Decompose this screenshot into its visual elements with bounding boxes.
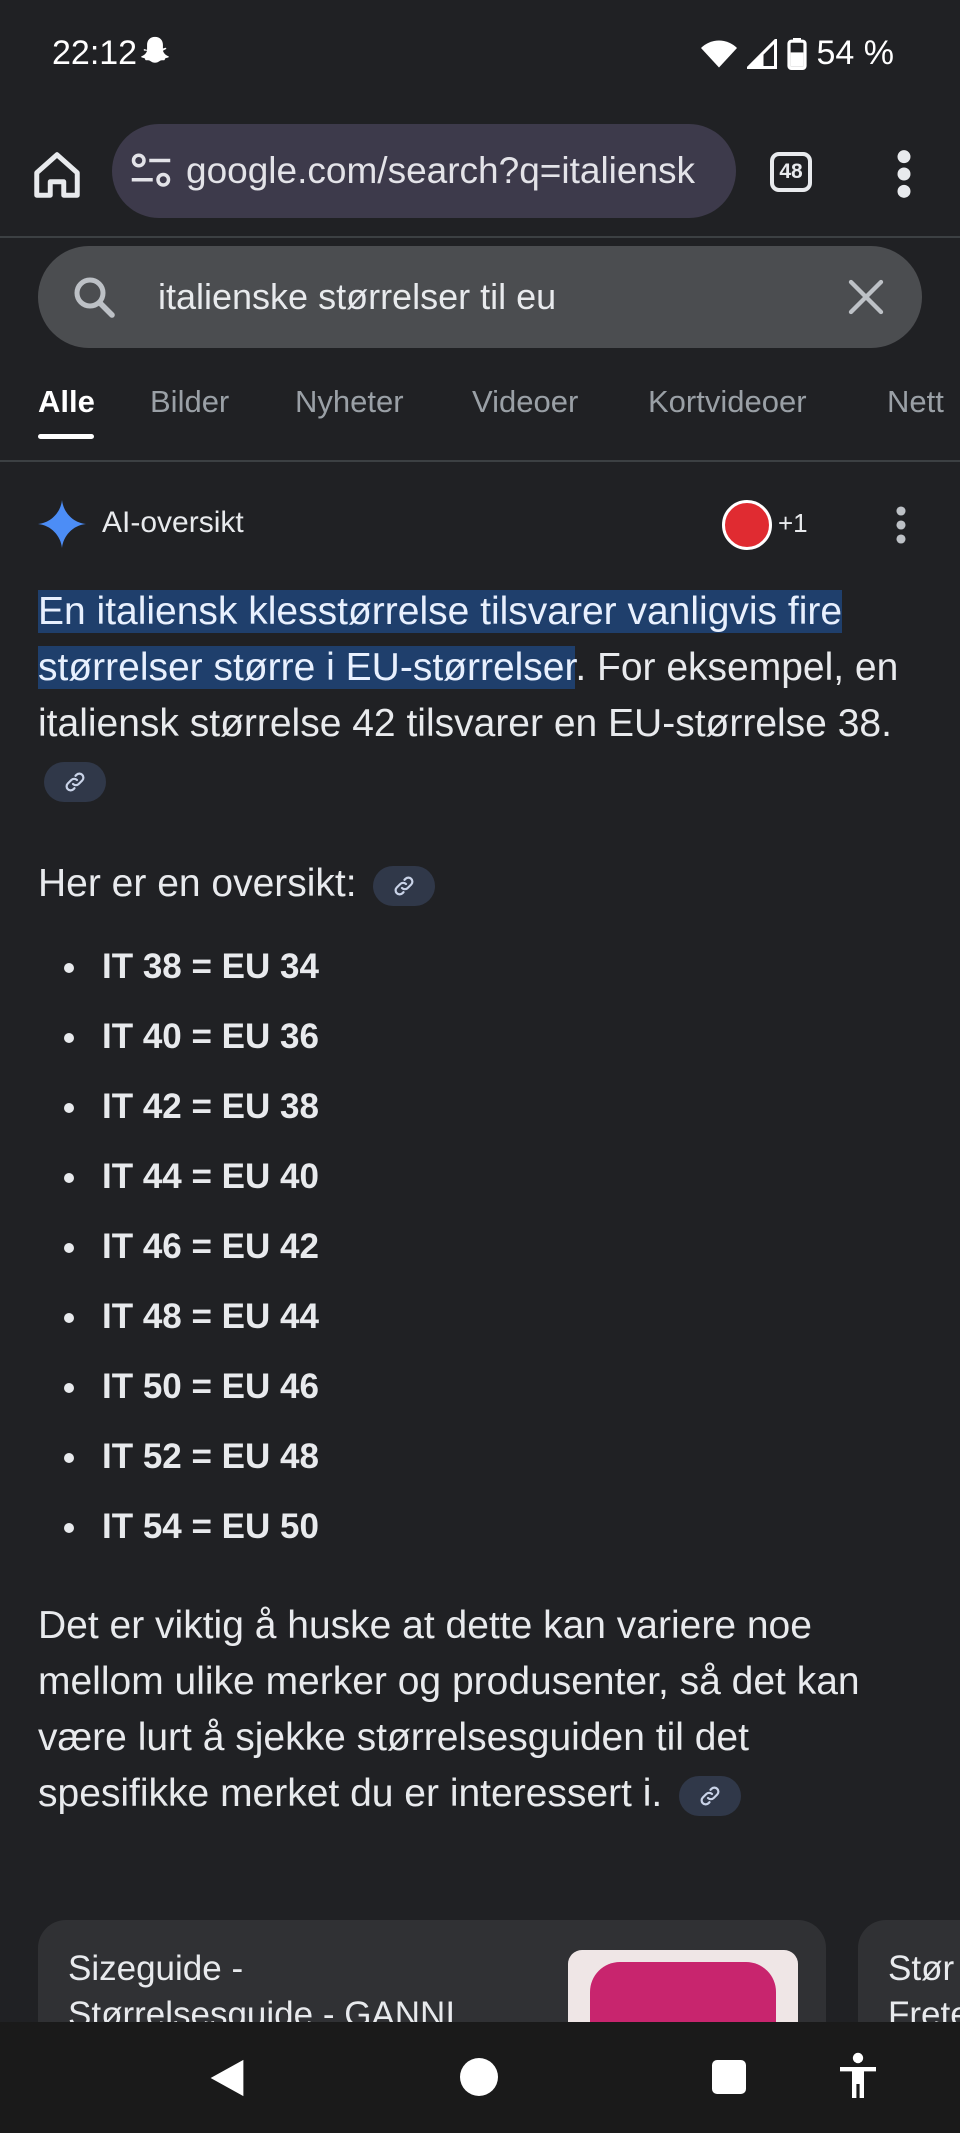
active-tab-indicator [38, 434, 94, 439]
source-card[interactable]: Sizeguide - Størrelsesguide - GANNI [38, 1920, 826, 2022]
snapchat-ghost-icon [141, 36, 169, 63]
status-time: 22:12 [52, 34, 138, 72]
signal-icon [746, 38, 777, 69]
link-icon [394, 876, 414, 896]
battery-icon [786, 37, 807, 70]
source-card-thumbnail [568, 1950, 798, 2022]
status-bar: 22:12 54 % [0, 0, 960, 108]
list-item: IT 54 = EU 50 [38, 1496, 918, 1566]
source-card-title: Sizeguide - Størrelsesguide - GANNI [68, 1946, 455, 2022]
tab-nyheter[interactable]: Nyheter [295, 384, 404, 420]
home-icon[interactable] [30, 148, 84, 202]
status-icons: 54 % [700, 34, 895, 73]
ai-summary: En italiensk klesstørrelse tilsvarer van… [38, 584, 918, 808]
overview-heading: Her er en oversikt: [38, 862, 436, 906]
link-icon [700, 1786, 720, 1806]
tab-kortvideoer[interactable]: Kortvideoer [648, 384, 807, 420]
search-tabs: Alle Bilder Nyheter Videoer Kortvideoer … [0, 374, 960, 462]
more-vert-icon[interactable] [890, 148, 918, 200]
ai-overview-header: AI-oversikt +1 [0, 490, 960, 560]
source-link-chip[interactable] [44, 761, 106, 802]
source-count[interactable]: +1 [778, 508, 808, 539]
close-icon[interactable] [846, 277, 886, 317]
search-icon [74, 277, 115, 318]
list-item: IT 46 = EU 42 [38, 1216, 918, 1286]
accessibility-icon[interactable] [838, 2052, 878, 2100]
wifi-icon [700, 40, 737, 67]
source-card-title: Stør Frete [888, 1946, 960, 2022]
browser-toolbar: google.com/search?q=italiensk 48 [0, 108, 960, 238]
search-box[interactable]: italienske størrelser til eu [38, 246, 922, 348]
back-icon[interactable] [208, 2058, 246, 2098]
source-card-title-line: Frete [888, 1995, 960, 2022]
address-bar[interactable]: google.com/search?q=italiensk [112, 124, 736, 218]
tab-bilder[interactable]: Bilder [150, 384, 229, 420]
tab-switcher-button[interactable]: 48 [770, 152, 812, 192]
tab-nett[interactable]: Nett [887, 384, 944, 420]
source-card[interactable]: Stør Frete [858, 1920, 960, 2022]
ai-note: Det er viktig å huske at dette kan varie… [38, 1598, 918, 1822]
site-settings-icon[interactable] [130, 151, 172, 191]
list-item: IT 44 = EU 40 [38, 1146, 918, 1216]
list-item: IT 42 = EU 38 [38, 1076, 918, 1146]
more-vert-icon[interactable] [893, 504, 909, 546]
source-card-title-line: Sizeguide - [68, 1949, 244, 1988]
link-icon [65, 772, 85, 792]
list-item: IT 38 = EU 34 [38, 936, 918, 1006]
search-input[interactable]: italienske størrelser til eu [158, 276, 846, 318]
source-cards-carousel: Sizeguide - Størrelsesguide - GANNI Stør… [0, 1920, 960, 2022]
source-link-chip[interactable] [679, 1775, 742, 1816]
url-text[interactable]: google.com/search?q=italiensk [186, 150, 695, 192]
list-item: IT 50 = EU 46 [38, 1356, 918, 1426]
source-card-title-line: Stør [888, 1949, 955, 1988]
recents-button[interactable] [712, 2060, 746, 2094]
overview-heading-text: Her er en oversikt: [38, 862, 357, 905]
ai-overview-title: AI-oversikt [102, 506, 244, 539]
list-item: IT 52 = EU 48 [38, 1426, 918, 1496]
system-navigation-bar [0, 2022, 960, 2133]
size-conversion-list: IT 38 = EU 34 IT 40 = EU 36 IT 42 = EU 3… [38, 936, 918, 1566]
source-card-title-line: Størrelsesguide - GANNI [68, 1995, 456, 2022]
battery-percent: 54 % [816, 34, 895, 72]
gemini-sparkle-icon [38, 500, 86, 548]
tab-alle[interactable]: Alle [38, 384, 95, 420]
source-avatar[interactable] [722, 500, 772, 550]
list-item: IT 48 = EU 44 [38, 1286, 918, 1356]
list-item: IT 40 = EU 36 [38, 1006, 918, 1076]
home-nav-button[interactable] [460, 2058, 498, 2096]
tab-videoer[interactable]: Videoer [472, 384, 578, 420]
source-link-chip[interactable] [373, 865, 436, 906]
